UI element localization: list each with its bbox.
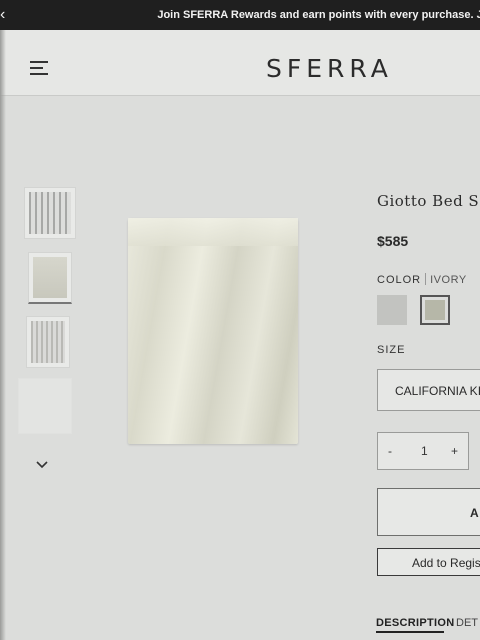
product-price: $585 — [377, 233, 409, 249]
quantity-decrease-button[interactable]: - — [388, 444, 392, 458]
tab-details[interactable]: DET — [456, 617, 478, 629]
color-swatch-ivory[interactable] — [420, 295, 450, 325]
thumbnail-3[interactable] — [26, 316, 70, 368]
tab-description[interactable]: DESCRIPTION — [376, 617, 454, 629]
screen: ‹ Join SFERRA Rewards and earn points wi… — [0, 0, 480, 640]
site-header: SFERRA — [0, 30, 480, 96]
promo-message[interactable]: Join SFERRA Rewards and earn points with… — [5, 9, 480, 21]
add-to-cart-button[interactable]: A — [377, 488, 480, 536]
color-label: COLOR IVORY — [377, 273, 467, 286]
quantity-value[interactable]: 1 — [421, 444, 428, 458]
quantity-increase-button[interactable]: + — [451, 444, 458, 458]
size-label: SIZE — [377, 344, 406, 356]
screen-edge-shadow — [0, 30, 6, 640]
thumbnail-4[interactable] — [18, 378, 72, 434]
color-swatch-gray[interactable] — [377, 295, 407, 325]
product-image[interactable] — [128, 218, 298, 444]
thumbnail-2[interactable] — [28, 252, 72, 304]
chevron-down-icon[interactable] — [36, 458, 48, 472]
add-to-registry-button[interactable]: Add to Regis — [377, 548, 480, 576]
tab-description-underline — [376, 631, 444, 633]
size-select[interactable]: CALIFORNIA KIN — [377, 369, 480, 411]
sferra-logo[interactable]: SFERRA — [266, 54, 393, 83]
product-title: Giotto Bed SI — [377, 192, 480, 210]
thumbnail-1[interactable] — [24, 187, 76, 239]
promo-bar[interactable]: ‹ Join SFERRA Rewards and earn points wi… — [0, 0, 480, 30]
menu-icon[interactable] — [30, 61, 50, 75]
selected-color: IVORY — [430, 274, 467, 286]
quantity-stepper: - 1 + — [377, 432, 469, 470]
color-label-text: COLOR — [377, 274, 422, 286]
